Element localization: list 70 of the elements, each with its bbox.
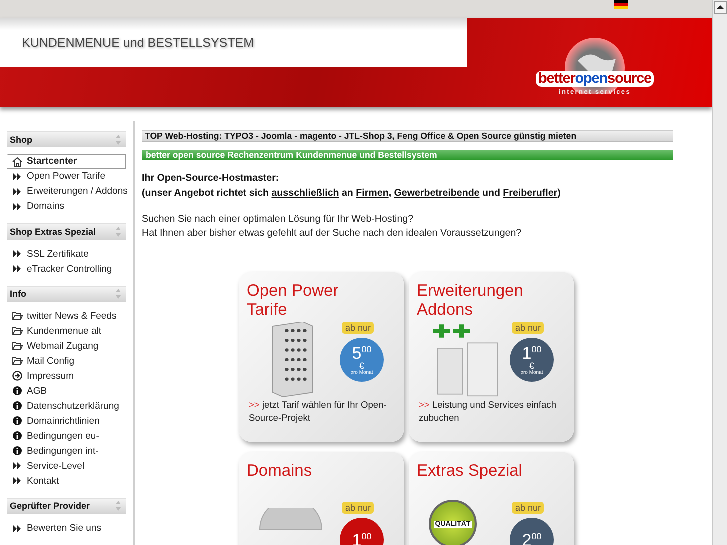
- page-headline: TOP Web-Hosting: TYPO3 - Joomla - magento - JTL-Shop 3, Feng Office & Open Source günstig mieten: [142, 130, 673, 142]
- tile-caption: >> jetzt Tarif wählen für Ihr Open-Source-Projekt: [249, 399, 388, 424]
- section-banner: better open source Rechenzentrum Kundenmenue und Bestellsystem: [142, 150, 673, 160]
- sidebar-item[interactable]: Domains: [7, 199, 126, 214]
- folder-icon: [12, 356, 23, 366]
- info-icon: [12, 401, 23, 412]
- circle-arrow-icon: [12, 371, 23, 382]
- tile-caption: >> Leistung und Services einfach zubuchen: [419, 399, 558, 424]
- globe-drawing: [259, 508, 323, 530]
- price-tag: ab nur: [512, 502, 544, 514]
- sidebar-item[interactable]: Webmail Zugang: [7, 338, 126, 354]
- double-arrow-icon: [12, 476, 23, 486]
- sidebar-item[interactable]: Kundenmenue alt: [7, 324, 126, 339]
- sidebar-section-header[interactable]: Info: [7, 286, 126, 302]
- text-link[interactable]: Gewerbetreibende: [394, 188, 480, 199]
- sidebar-item[interactable]: Open Power Tarife: [7, 169, 126, 184]
- folder-icon: [12, 326, 23, 336]
- price-tag: ab nur: [342, 502, 374, 514]
- intro-title: Ihr Open-Source-Hostmaster:: [142, 172, 280, 186]
- sidebar-item[interactable]: Bewerten Sie uns: [7, 521, 126, 536]
- intro-paragraph: Suchen Sie nach einer optimalen Lösung für Ihr Web-Hosting? Hat Ihnen aber bisher etwas gefehlt auf der Suche nach den idealen Voraussetzungen?: [142, 213, 523, 240]
- flag-icon[interactable]: [614, 0, 628, 9]
- folder-icon: [12, 311, 23, 322]
- sidebar-item[interactable]: Erweiterungen / Addons: [7, 184, 126, 200]
- sidebar-item[interactable]: AGB: [7, 384, 126, 399]
- sidebar-item[interactable]: Bedingungen int-: [7, 444, 126, 459]
- sidebar-item[interactable]: SSL Zertifikate: [7, 246, 126, 262]
- sidebar-item[interactable]: eTracker Controlling: [7, 262, 126, 276]
- sidebar-section-header[interactable]: Shop Extras Spezial: [7, 223, 126, 240]
- sidebar-section-header[interactable]: Geprüfter Provider: [7, 498, 126, 514]
- sidebar-item[interactable]: Service-Level: [7, 458, 126, 474]
- double-arrow-icon: [12, 264, 23, 274]
- tile-title: Extras Spezial: [417, 462, 522, 481]
- double-arrow-icon: [12, 172, 23, 182]
- house-icon: [12, 156, 23, 167]
- double-arrow-icon: [12, 186, 23, 197]
- scrollbar[interactable]: [712, 0, 727, 545]
- info-icon: [12, 446, 23, 456]
- sort-icon: [116, 134, 121, 145]
- header-title: KUNDENMENUE und BESTELLSYSTEM: [22, 36, 254, 50]
- sort-icon: [116, 289, 121, 300]
- info-icon: [12, 416, 23, 426]
- price-tag: ab nur: [512, 322, 544, 334]
- tile-title: Open Power Tarife: [247, 282, 340, 320]
- sort-icon: [116, 226, 121, 237]
- sidebar-item[interactable]: twitter News & Feeds: [7, 308, 126, 324]
- info-icon: [12, 431, 23, 442]
- text-link[interactable]: Freiberufler: [503, 188, 558, 199]
- sidebar-item[interactable]: Kontakt: [7, 474, 126, 489]
- sidebar-item[interactable]: Datenschutzerklärung: [7, 398, 126, 414]
- tile-title: Domains: [247, 462, 312, 481]
- scroll-up-icon[interactable]: [714, 1, 726, 14]
- text-link[interactable]: ausschließlich: [272, 188, 340, 199]
- sidebar-item[interactable]: Bedingungen eu-: [7, 428, 126, 444]
- sidebar-item[interactable]: Impressum: [7, 368, 126, 384]
- double-arrow-icon: [12, 461, 23, 472]
- sidebar-item[interactable]: Domainrichtlinien: [7, 414, 126, 429]
- double-arrow-icon: [12, 249, 23, 259]
- sidebar-item[interactable]: Mail Config: [7, 354, 126, 369]
- text-link[interactable]: Firmen: [356, 188, 389, 199]
- tile-title: Erweiterungen Addons: [417, 282, 524, 320]
- sort-icon: [116, 501, 121, 512]
- folder-icon: [12, 341, 23, 352]
- sidebar-section-header[interactable]: Shop: [7, 131, 126, 148]
- sidebar-item[interactable]: Startcenter: [7, 154, 126, 170]
- price-tag: ab nur: [342, 322, 374, 334]
- double-arrow-icon: [12, 524, 23, 534]
- intro-text: (unser Angebot richtet sich ausschließlich an Firmen, Gewerbetreibende und Freiberufler): [142, 187, 562, 201]
- double-arrow-icon: [12, 202, 23, 212]
- info-icon: [12, 386, 23, 396]
